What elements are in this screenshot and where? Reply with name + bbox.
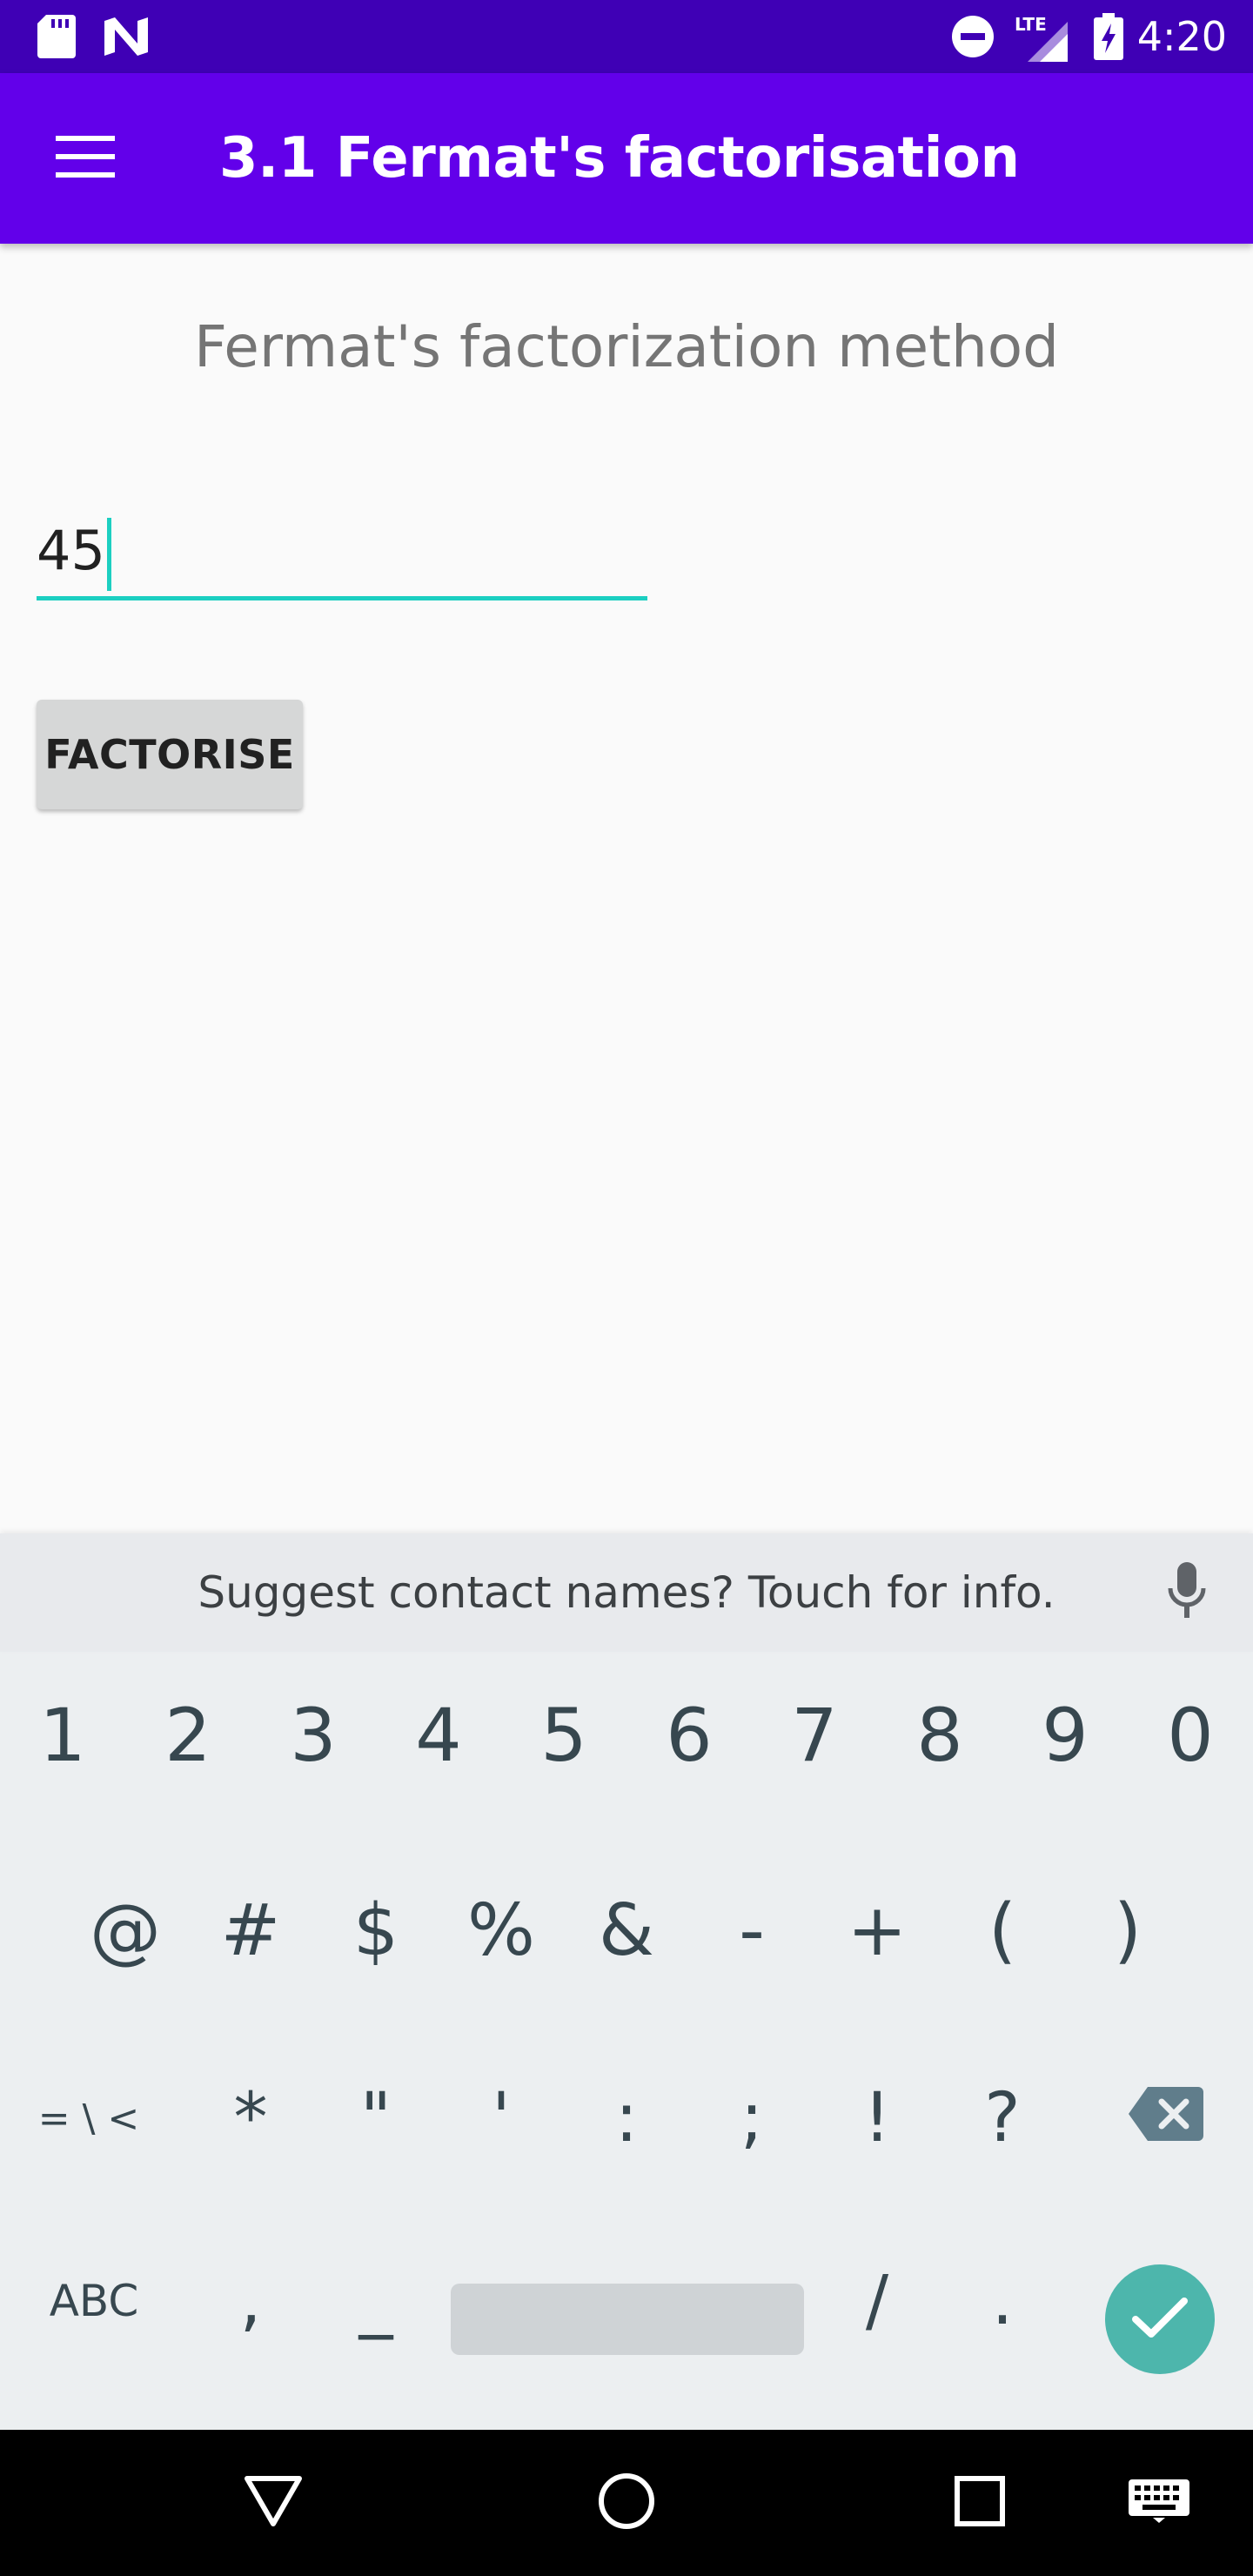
key-colon[interactable]: : <box>564 2047 689 2190</box>
key-close-paren[interactable]: ) <box>1065 1859 1190 2002</box>
nav-keyboard-button[interactable] <box>1110 2454 1208 2552</box>
recents-icon <box>955 2476 1005 2530</box>
home-icon <box>598 2472 655 2533</box>
app-title: 3.1 Fermat's factorisation <box>219 126 1020 191</box>
key-exclamation[interactable]: ! <box>814 2047 940 2190</box>
key-abc[interactable]: ABC <box>16 2230 172 2372</box>
navigation-bar <box>0 2430 1253 2576</box>
key-2[interactable]: 2 <box>125 1664 251 1807</box>
signal-icon: LTE <box>1009 0 1070 73</box>
number-input[interactable]: 45 <box>37 505 647 600</box>
key-4[interactable]: 4 <box>376 1664 501 1807</box>
key-comma[interactable]: , <box>188 2230 313 2372</box>
key-6[interactable]: 6 <box>626 1664 752 1807</box>
key-asterisk[interactable]: * <box>188 2047 313 2190</box>
key-3[interactable]: 3 <box>251 1664 376 1807</box>
checkmark-icon <box>1132 2297 1188 2342</box>
key-single-quote[interactable]: ' <box>439 2047 564 2190</box>
enter-key[interactable] <box>1105 2264 1215 2374</box>
key-double-quote[interactable]: " <box>313 2047 439 2190</box>
nav-back-button[interactable] <box>224 2454 322 2552</box>
network-type-label: LTE <box>1015 14 1047 35</box>
key-semicolon[interactable]: ; <box>689 2047 814 2190</box>
key-5[interactable]: 5 <box>501 1664 626 1807</box>
factorise-button[interactable]: FACTORISE <box>37 700 303 809</box>
key-hash[interactable]: # <box>188 1859 313 2002</box>
do-not-disturb-icon <box>948 0 997 73</box>
soft-keyboard: Suggest contact names? Touch for info. 1… <box>0 1533 1253 2430</box>
status-time: 4:20 <box>1136 13 1227 60</box>
key-7[interactable]: 7 <box>752 1664 877 1807</box>
key-0[interactable]: 0 <box>1128 1664 1253 1807</box>
status-bar: LTE 4:20 <box>0 0 1253 73</box>
voice-input-button[interactable] <box>1147 1553 1227 1633</box>
key-dollar[interactable]: $ <box>313 1859 439 2002</box>
back-icon <box>244 2475 303 2531</box>
backspace-key[interactable] <box>1096 2047 1236 2190</box>
key-ampersand[interactable]: & <box>564 1859 689 2002</box>
key-period[interactable]: . <box>940 2230 1065 2372</box>
microphone-icon <box>1168 1562 1206 1623</box>
number-input-value: 45 <box>37 519 105 582</box>
key-minus[interactable]: - <box>689 1859 814 2002</box>
suggestion-strip[interactable]: Suggest contact names? Touch for info. <box>0 1533 1253 1652</box>
key-percent[interactable]: % <box>439 1859 564 2002</box>
suggestion-text[interactable]: Suggest contact names? Touch for info. <box>0 1533 1253 1652</box>
key-open-paren[interactable]: ( <box>940 1859 1065 2002</box>
hamburger-menu-icon <box>56 136 115 181</box>
menu-button[interactable] <box>35 108 136 209</box>
key-question[interactable]: ? <box>940 2047 1065 2190</box>
battery-charging-icon <box>1091 0 1126 73</box>
key-at[interactable]: @ <box>63 1859 188 2002</box>
keyboard-switch-icon <box>1129 2479 1189 2526</box>
key-underscore[interactable]: _ <box>313 2230 439 2372</box>
backspace-icon <box>1129 2079 1203 2157</box>
key-8[interactable]: 8 <box>877 1664 1002 1807</box>
nav-home-button[interactable] <box>578 2454 675 2552</box>
text-caret <box>106 518 111 591</box>
key-slash[interactable]: / <box>814 2230 940 2372</box>
space-bar[interactable] <box>451 2284 804 2355</box>
app-bar: 3.1 Fermat's factorisation <box>0 73 1253 244</box>
key-1[interactable]: 1 <box>0 1664 125 1807</box>
nav-recents-button[interactable] <box>931 2454 1029 2552</box>
key-9[interactable]: 9 <box>1002 1664 1128 1807</box>
sd-card-icon <box>35 0 78 73</box>
key-more-symbols[interactable]: = \ < <box>10 2047 167 2190</box>
page-heading: Fermat's factorization method <box>193 313 1060 380</box>
n-logo-icon <box>101 0 151 73</box>
key-plus[interactable]: + <box>814 1859 940 2002</box>
